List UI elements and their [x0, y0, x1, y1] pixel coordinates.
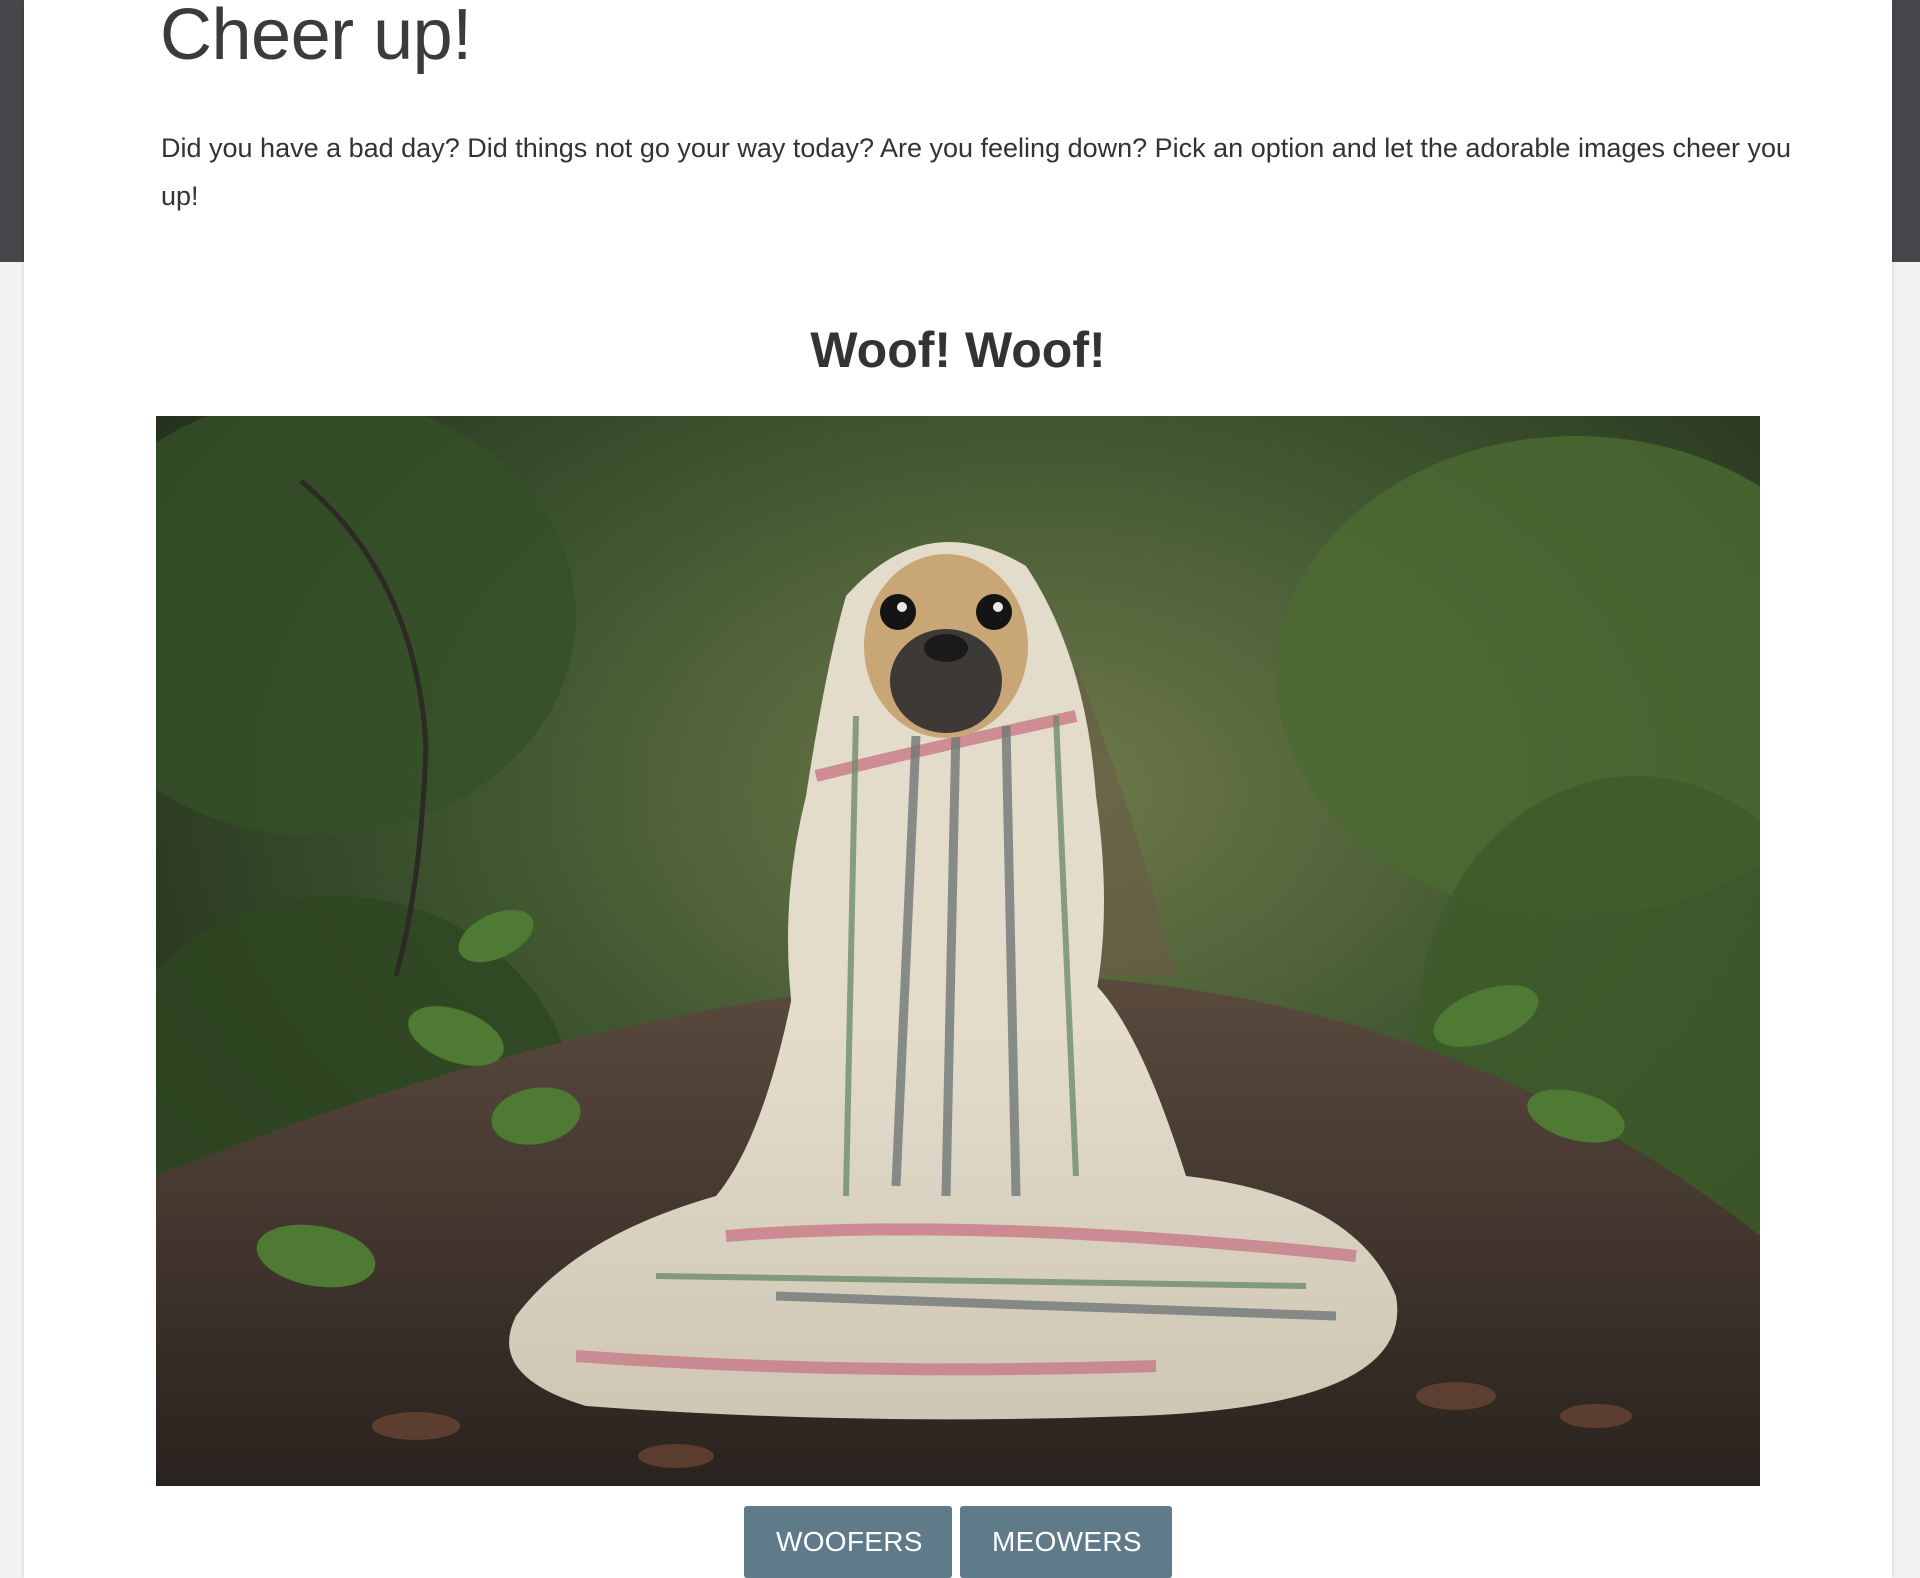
woofers-button[interactable]: WOOFERS: [744, 1506, 952, 1578]
section-title: Woof! Woof!: [810, 322, 1106, 378]
option-buttons: WOOFERS MEOWERS: [744, 1506, 1172, 1578]
meowers-button[interactable]: MEOWERS: [960, 1506, 1172, 1578]
pug-photo: [156, 416, 1760, 1486]
intro-text: Did you have a bad day? Did things not g…: [161, 133, 1792, 211]
page-title: Cheer up!: [160, 0, 472, 75]
content-card: Cheer up! Did you have a bad day? Did th…: [24, 0, 1892, 1578]
